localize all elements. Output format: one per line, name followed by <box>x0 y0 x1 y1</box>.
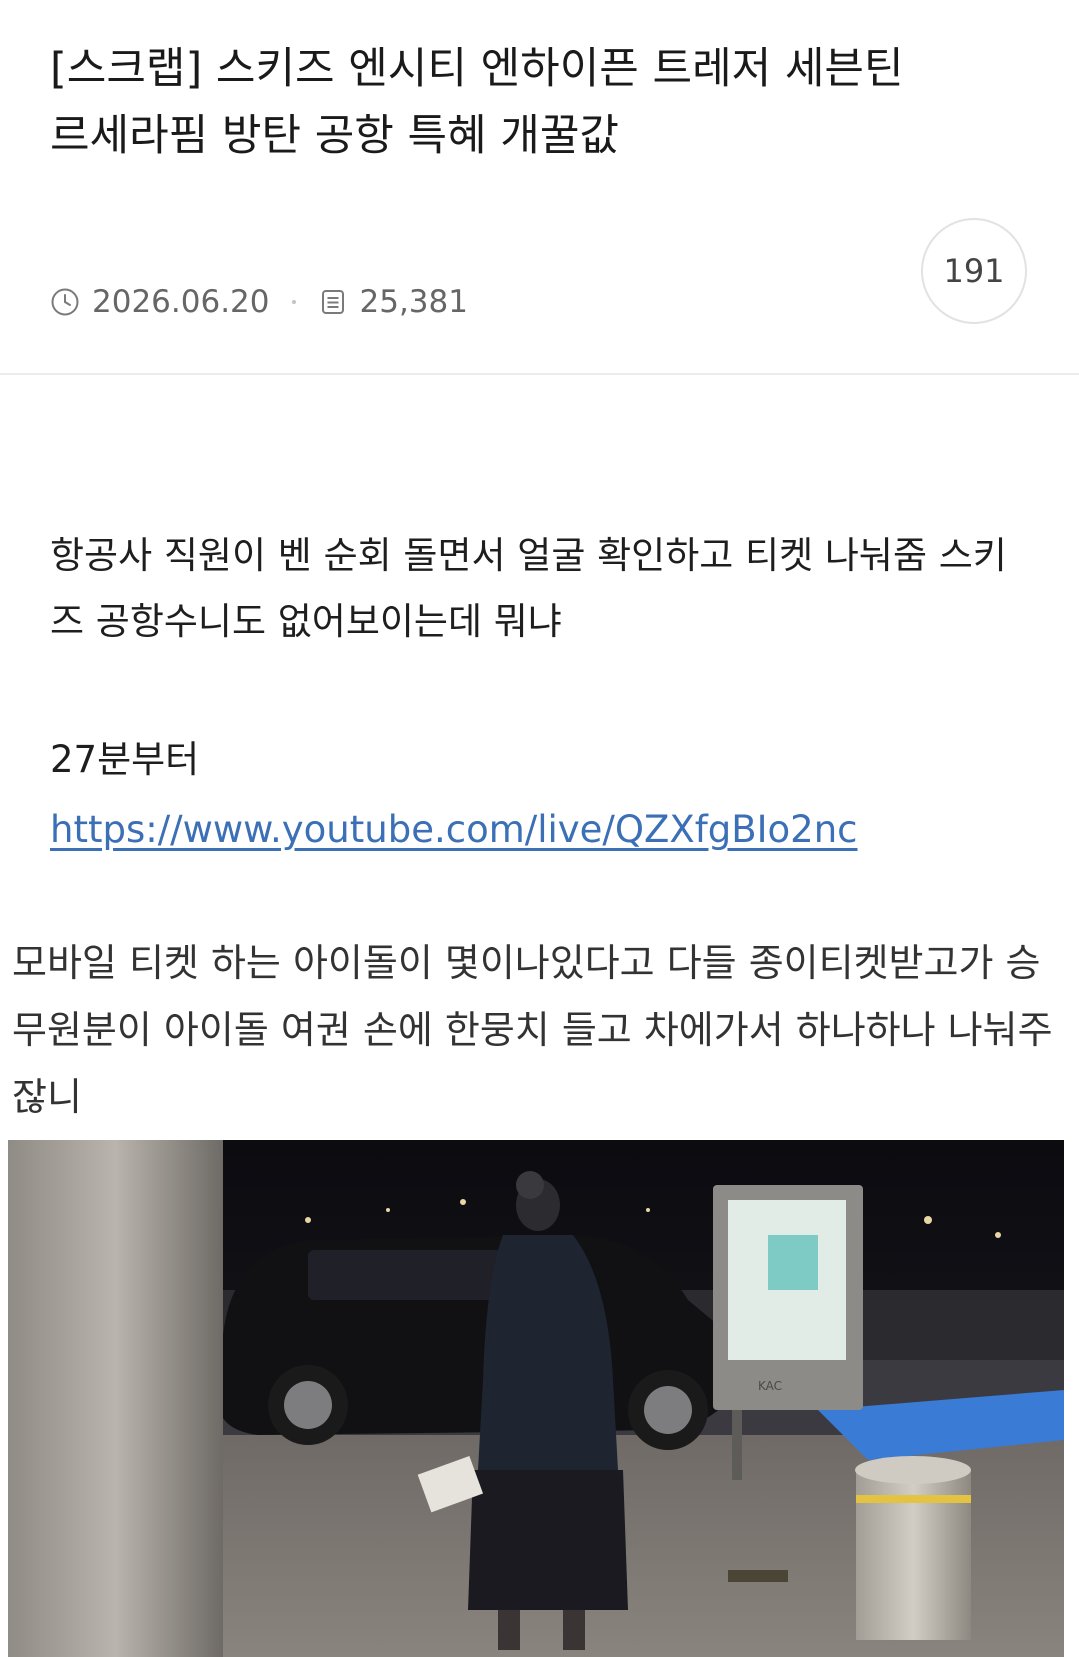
post-page: [스크랩] 스키즈 엔시티 엔하이픈 트레저 세븐틴 르세라핌 방탄 공항 특혜… <box>0 0 1079 1657</box>
clock-icon <box>50 287 80 317</box>
post-paragraph: 항공사 직원이 벤 순회 돌면서 얼굴 확인하고 티켓 나눠줌 스키즈 공항수니… <box>50 534 1007 643</box>
post-date: 2026.06.20 <box>92 284 270 320</box>
sign-label: KAC <box>758 1379 782 1393</box>
document-icon <box>318 287 348 317</box>
airport-photo[interactable]: KAC <box>8 1140 1064 1657</box>
meta-separator <box>291 300 296 304</box>
scrap-paragraph: 모바일 티켓 하는 아이돌이 몇이나있다고 다들 종이티켓받고가 승무원분이 아… <box>12 941 1053 1119</box>
comment-count-button[interactable]: 191 <box>921 218 1027 324</box>
post-title: [스크랩] 스키즈 엔시티 엔하이픈 트레저 세븐틴 르세라핌 방탄 공항 특혜… <box>50 44 904 161</box>
header-divider <box>0 373 1079 375</box>
pillar <box>8 1140 223 1657</box>
drain-grate <box>728 1570 788 1582</box>
bollard <box>855 1456 971 1640</box>
black-van <box>218 1235 728 1450</box>
timestamp-note: 27분부터 <box>50 738 200 781</box>
post-meta: 2026.06.20 25,381 <box>50 280 468 324</box>
post-views: 25,381 <box>359 284 468 320</box>
youtube-link[interactable]: https://www.youtube.com/live/QZXfgBIo2nc <box>50 797 858 863</box>
